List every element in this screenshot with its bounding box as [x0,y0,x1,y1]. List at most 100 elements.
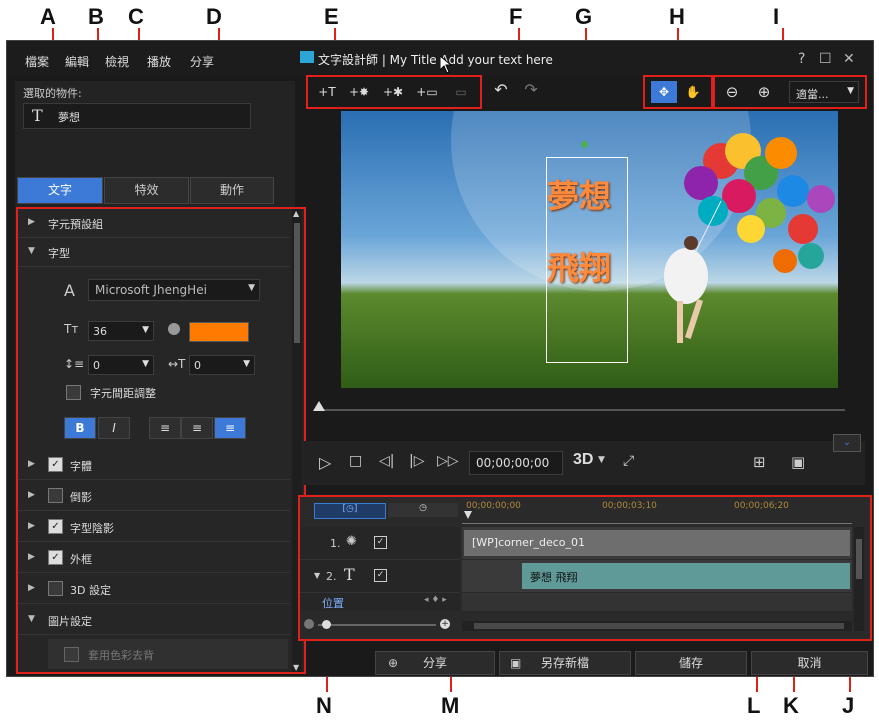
chroma-key-checkbox[interactable] [64,647,79,662]
align-center-button[interactable]: ≡ [181,417,213,439]
tab-motion[interactable]: 動作 [190,177,274,204]
zoom-out-button[interactable]: ⊖ [719,81,745,103]
reflection-row[interactable]: ▶ 倒影 [18,482,290,511]
move-mode-group: ✥ ✋ [643,75,713,109]
playback-slider[interactable] [313,401,845,411]
rotation-handle[interactable] [581,141,588,148]
zoom-out-small-icon[interactable] [304,619,314,629]
keyframe-nav-icon[interactable]: ◂ ♦ ▸ [424,595,447,605]
three-d-row[interactable]: ▶ 3D 設定 [18,575,290,604]
kerning-checkbox[interactable] [66,385,81,400]
zoom-in-button[interactable]: ⊕ [751,81,777,103]
play-icon[interactable]: ▷ [319,453,331,472]
playhead[interactable] [464,511,472,519]
callout-n: N [316,693,332,718]
fullscreen-icon[interactable]: ⤢ [623,453,634,469]
insert-image-button[interactable]: +▭ [414,81,440,103]
zoom-fit-select[interactable]: 適當... ▼ [789,81,859,103]
stop-icon[interactable]: □ [349,453,362,469]
face-row[interactable]: ▶ ✓ 字體 [18,451,290,480]
safe-zone-icon[interactable]: ⊞ [753,453,766,471]
three-d-checkbox[interactable] [48,581,63,596]
move-tool-button[interactable]: ✥ [651,81,677,103]
menu-playback[interactable]: 播放 [147,53,171,70]
align-left-button[interactable]: ≡ [149,417,181,439]
expand-timeline-button[interactable]: ⌄ [833,434,861,452]
preset-group-row[interactable]: ▶ 字元預設組 [18,209,290,238]
callout-l: L [747,693,761,718]
maximize-button[interactable]: ☐ [819,51,832,67]
tv-safe-icon[interactable]: ▣ [791,453,805,471]
timeline-hscroll-thumb[interactable] [474,623,844,629]
selected-object-box[interactable]: T 夢想 [23,103,251,129]
menu-view[interactable]: 檢視 [105,53,129,70]
shadow-row[interactable]: ▶ ✓ 字型陰影 [18,513,290,542]
track-2-visibility-checkbox[interactable]: ✓ [374,569,387,582]
save-as-button[interactable]: ▣ 另存新檔 [499,651,631,675]
three-d-toggle[interactable]: 3D [573,451,593,469]
font-name-select[interactable]: Microsoft JhengHei ▼ [88,279,260,301]
insert-effect-button[interactable]: +✱ [380,81,406,103]
reflection-checkbox[interactable] [48,488,63,503]
border-label: 外框 [70,553,92,566]
font-size-select[interactable]: 36 ▼ [88,321,154,341]
align-right-button[interactable]: ≡ [214,417,246,439]
font-color-swatch[interactable] [189,322,249,342]
playback-slider-thumb[interactable] [313,401,325,411]
border-checkbox[interactable]: ✓ [48,550,63,565]
undo-button[interactable]: ↶ [488,79,514,101]
border-row[interactable]: ▶ ✓ 外框 [18,544,290,573]
image-settings-row[interactable]: ▼ 圖片設定 [18,606,290,635]
line-spacing-select[interactable]: 0 ▼ [88,355,154,375]
window-title: 文字設計師 | My Title Add your text here [318,53,553,67]
help-button[interactable]: ? [798,51,805,67]
redo-button[interactable]: ↷ [518,79,544,101]
italic-button[interactable]: I [98,417,130,439]
zoom-in-small-icon[interactable]: + [440,619,450,629]
close-button[interactable]: ✕ [843,51,855,67]
hand-tool-button[interactable]: ✋ [680,81,706,103]
menu-file[interactable]: 檔案 [25,53,49,70]
timeline-mode-button-1[interactable]: [◷] [314,503,386,519]
fast-forward-icon[interactable]: ▷▷ [437,453,459,469]
timeline-zoom-slider[interactable] [318,620,436,629]
track-2-number: 2. [326,570,337,583]
menu-share[interactable]: 分享 [190,53,214,70]
bold-button[interactable]: B [64,417,96,439]
insert-particle-button[interactable]: +✸ [346,81,372,103]
insert-background-button[interactable]: ▭ [448,81,474,103]
position-label: 位置 [322,597,344,610]
prev-frame-icon[interactable]: ◁| [379,453,394,469]
timeline-zoom-thumb[interactable] [322,620,331,629]
share-button[interactable]: ⊕ 分享 [375,651,495,675]
tab-effects[interactable]: 特效 [104,177,189,204]
menu-edit[interactable]: 編輯 [65,53,89,70]
timeline-mode-button-2[interactable]: ◷ [388,503,458,517]
preset-group-label: 字元預設組 [48,218,103,231]
ruler-tick-1: 00;00;03;10 [602,501,657,511]
shadow-checkbox[interactable]: ✓ [48,519,63,534]
insert-text-button[interactable]: +T [314,81,340,103]
chevron-down-icon[interactable]: ▼ [598,455,605,465]
scroll-thumb[interactable] [294,223,300,343]
position-keyframe-row: 位置 ◂ ♦ ▸ [300,593,460,611]
timecode-display[interactable]: 00;00;00;00 [469,451,563,475]
track-1-visibility-checkbox[interactable]: ✓ [374,536,387,549]
font-section-row[interactable]: ▼ 字型 [18,238,290,267]
next-frame-icon[interactable]: |▷ [409,453,424,469]
timeline-ruler[interactable] [462,515,852,524]
scroll-up-icon: ▲ [293,209,300,218]
collapse-arrow-icon[interactable]: ▼ [314,571,320,580]
save-button[interactable]: 儲存 [635,651,747,675]
chevron-down-icon: ▼ [243,359,250,369]
tab-text[interactable]: 文字 [17,177,103,204]
timeline-hscrollbar[interactable] [462,621,852,631]
clip-title-text[interactable]: 夢想 飛翔 [522,563,850,589]
char-spacing-select[interactable]: 0 ▼ [189,355,255,375]
clip-corner-deco[interactable]: [WP]corner_deco_01 [464,530,850,556]
face-checkbox[interactable]: ✓ [48,457,63,472]
cancel-button[interactable]: 取消 [751,651,868,675]
timeline-vscroll-thumb[interactable] [856,539,862,579]
timecode-value: 00;00;00;00 [476,456,550,470]
timeline-vscrollbar[interactable] [854,527,864,631]
